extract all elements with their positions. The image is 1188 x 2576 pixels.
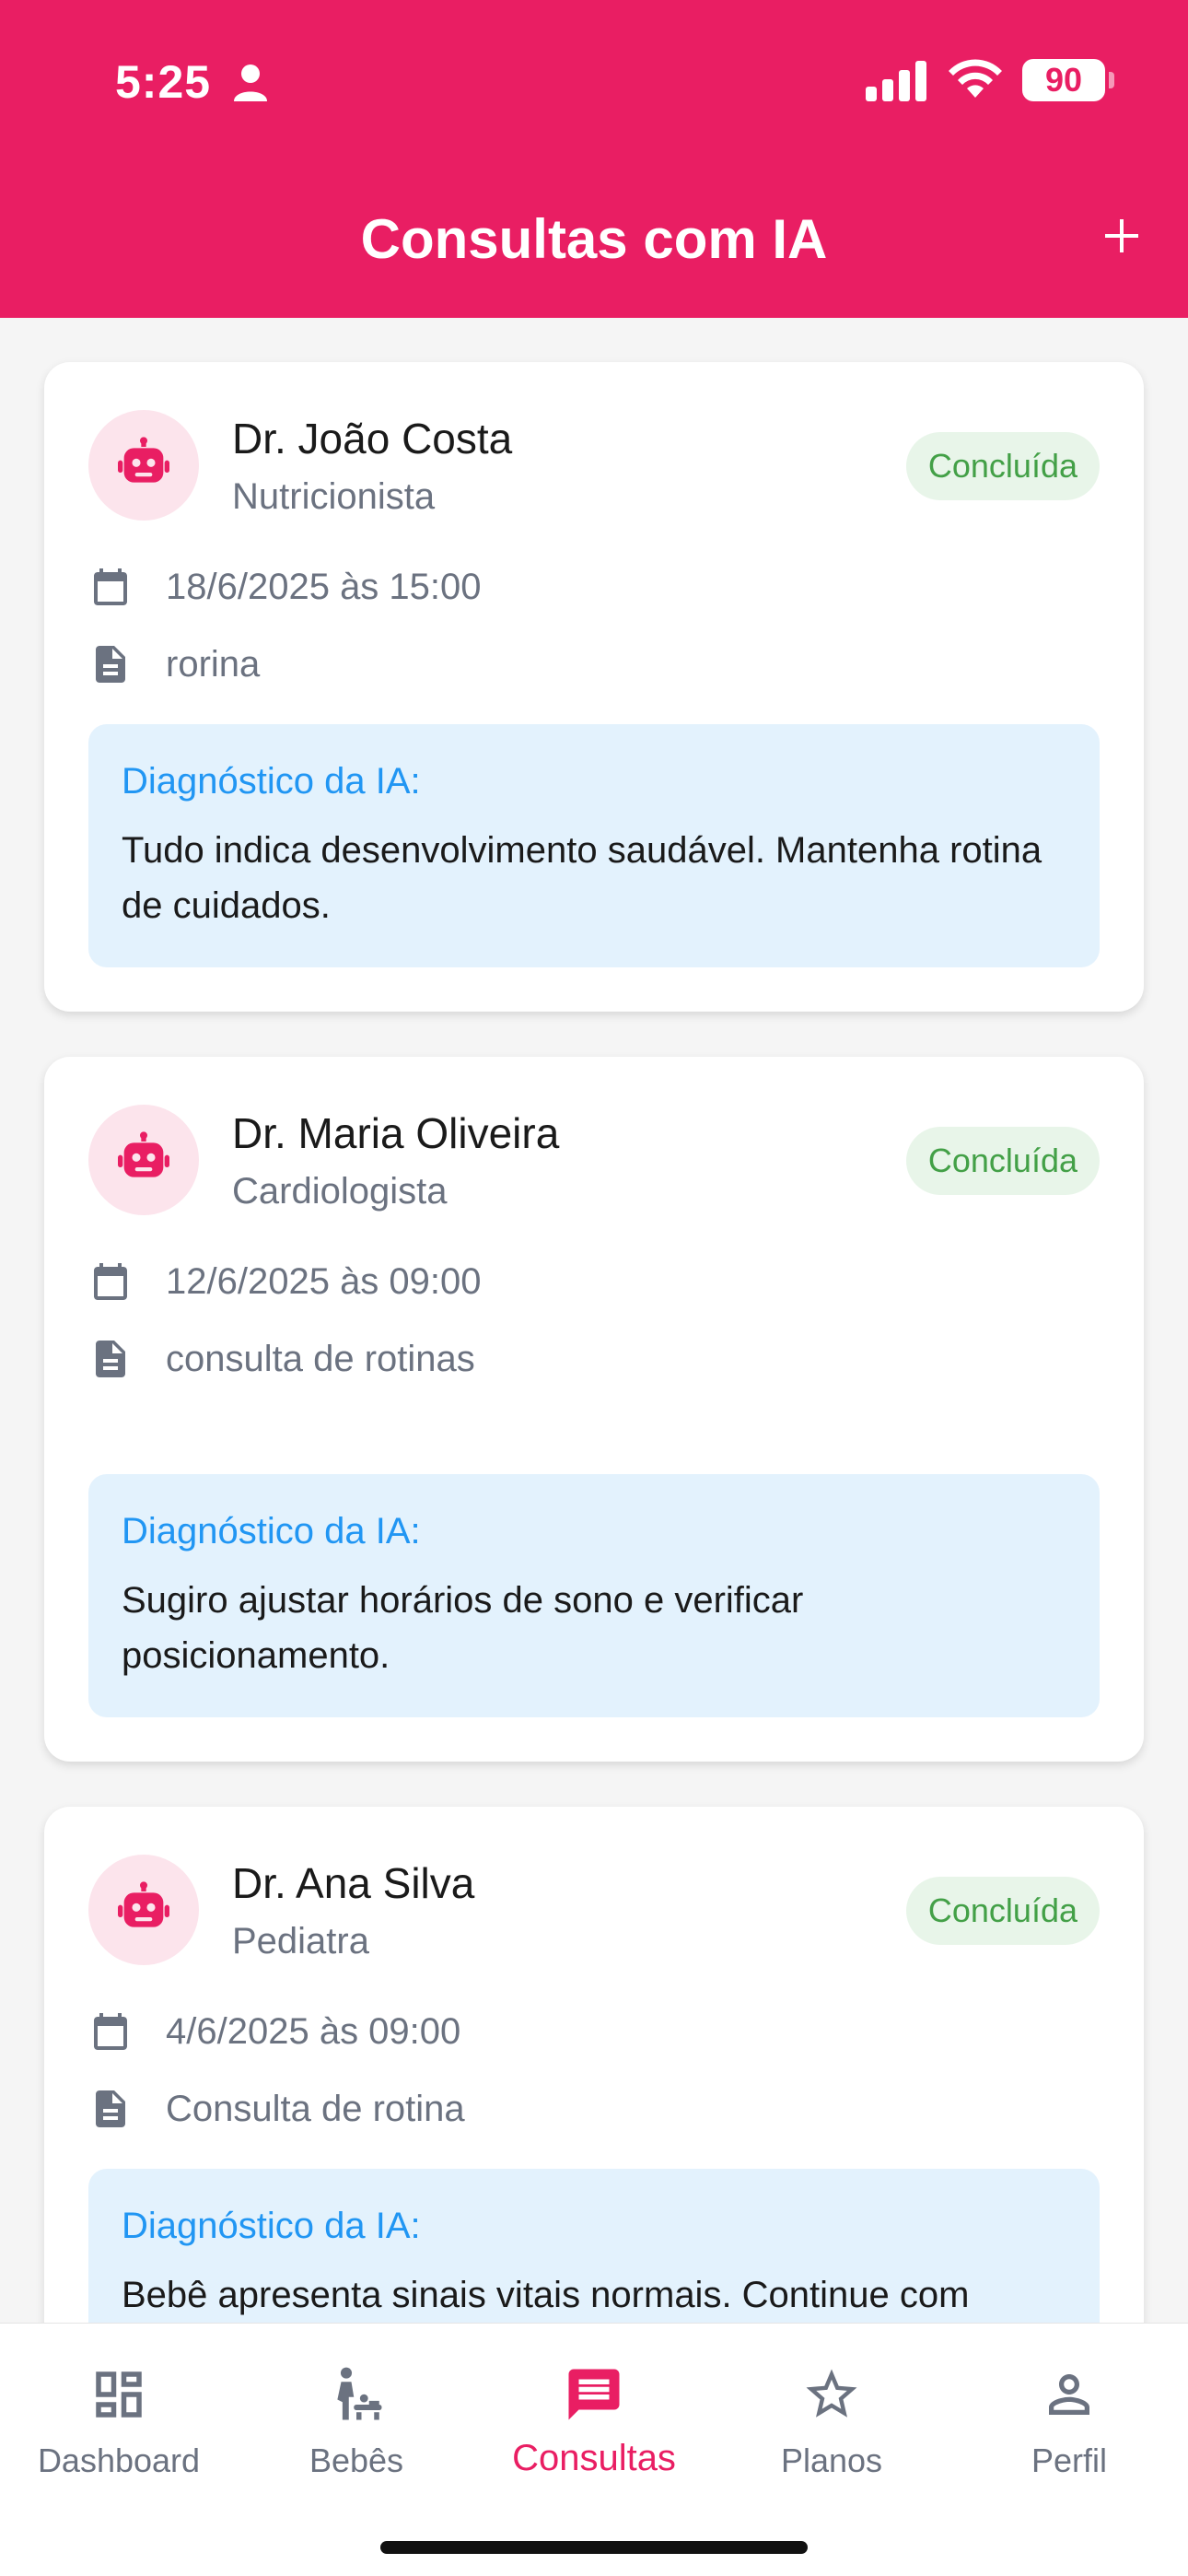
plus-icon — [1105, 219, 1138, 252]
nav-item-planos[interactable]: Planos — [713, 2346, 950, 2502]
nav-item-bebes[interactable]: Bebês — [238, 2346, 475, 2502]
doctor-name: Dr. Ana Silva — [232, 1859, 475, 1907]
ai-diagnosis-box: Diagnóstico da IA: Tudo indica desenvolv… — [88, 724, 1100, 967]
consultation-notes: consulta de rotinas — [166, 1338, 475, 1379]
date-row: 12/6/2025 às 09:00 — [88, 1254, 482, 1309]
status-time: 5:25 — [115, 56, 212, 108]
chat-icon — [568, 2369, 620, 2420]
ai-diagnosis-label: Diagnóstico da IA: — [122, 2206, 421, 2246]
status-badge: Concluída — [905, 432, 1100, 500]
nav-label: Perfil — [1031, 2441, 1108, 2479]
notes-row: rorina — [88, 637, 260, 692]
date-row: 4/6/2025 às 09:00 — [88, 2004, 460, 2059]
consultation-datetime: 12/6/2025 às 09:00 — [166, 1260, 482, 1302]
doctor-name: Dr. Maria Oliveira — [232, 1109, 560, 1157]
battery-level: 90 — [1044, 61, 1083, 99]
date-row: 18/6/2025 às 15:00 — [88, 559, 482, 615]
consultation-card[interactable]: Dr. João Costa Nutricionista Concluída 1… — [44, 362, 1144, 1012]
nav-item-consultas[interactable]: Consultas — [475, 2346, 713, 2502]
ai-diagnosis-label: Diagnóstico da IA: — [122, 761, 421, 802]
robot-icon — [118, 1131, 169, 1177]
page-title: Consultas com IA — [360, 208, 828, 270]
cellular-signal-icon — [866, 61, 926, 101]
calendar-icon — [94, 2013, 127, 2050]
ai-diagnosis-text: Sugiro ajustar horários de sono e verifi… — [122, 1580, 804, 1676]
robot-icon — [118, 437, 169, 483]
calendar-icon — [94, 1263, 127, 1300]
avatar — [88, 1855, 199, 1965]
status-badge: Concluída — [905, 1877, 1100, 1945]
bottom-navigation: Dashboard Bebês Consultas Planos Perfil — [0, 2323, 1188, 2576]
nav-label: Planos — [780, 2441, 883, 2479]
nav-label: Bebês — [309, 2441, 404, 2479]
dashboard-icon — [96, 2371, 142, 2418]
consultation-notes: rorina — [166, 643, 261, 685]
ai-diagnosis-label: Diagnóstico da IA: — [122, 1511, 421, 1551]
consultation-notes: Consulta de rotina — [166, 2088, 465, 2129]
nav-label: Consultas — [512, 2438, 676, 2478]
nav-label: Dashboard — [37, 2441, 201, 2479]
ai-diagnosis-text: Tudo indica desenvolvimento saudável. Ma… — [122, 830, 1042, 926]
notes-row: consulta de rotinas — [88, 1331, 475, 1387]
document-icon — [96, 2090, 125, 2127]
robot-icon — [118, 1881, 169, 1927]
battery-indicator: 90 — [1022, 59, 1105, 101]
consultation-datetime: 4/6/2025 às 09:00 — [166, 2010, 461, 2052]
calendar-icon — [94, 568, 127, 605]
notes-row: Consulta de rotina — [88, 2081, 465, 2137]
nav-item-dashboard[interactable]: Dashboard — [0, 2346, 238, 2502]
document-icon — [96, 646, 125, 683]
app-header: 5:25 90 Consultas com IA — [0, 0, 1188, 318]
person-icon — [234, 64, 267, 101]
status-badge: Concluída — [905, 1127, 1100, 1195]
ai-diagnosis-box: Diagnóstico da IA: Sugiro ajustar horári… — [88, 1474, 1100, 1717]
doctor-specialty: Cardiologista — [232, 1171, 448, 1212]
avatar — [88, 1105, 199, 1215]
doctor-specialty: Nutricionista — [232, 476, 436, 517]
ai-diagnosis-text: Bebê apresenta sinais vitais normais. Co… — [122, 2275, 970, 2315]
home-indicator — [380, 2541, 808, 2554]
status-bar: 5:25 90 — [0, 0, 1188, 161]
consultation-card[interactable]: Dr. Maria Oliveira Cardiologista Concluí… — [44, 1057, 1144, 1762]
doctor-specialty: Pediatra — [232, 1921, 369, 1961]
add-consultation-button[interactable] — [1096, 210, 1147, 262]
wifi-icon — [949, 59, 1002, 98]
baby-icon — [337, 2367, 382, 2420]
avatar — [88, 410, 199, 521]
person-icon — [1049, 2374, 1089, 2415]
star-icon — [806, 2369, 857, 2418]
doctor-name: Dr. João Costa — [232, 415, 513, 463]
nav-item-perfil[interactable]: Perfil — [950, 2346, 1188, 2502]
battery-tip — [1109, 72, 1114, 88]
consultation-datetime: 18/6/2025 às 15:00 — [166, 566, 482, 607]
document-icon — [96, 1341, 125, 1377]
